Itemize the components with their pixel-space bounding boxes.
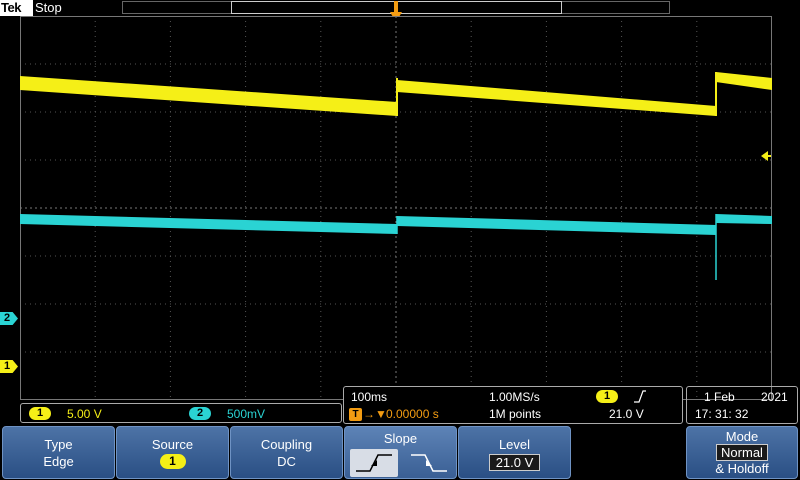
source-value: 1 xyxy=(159,454,186,469)
acquisition-state: Stop xyxy=(35,0,62,15)
date-year: 2021 xyxy=(761,390,788,404)
record-length: 1M points xyxy=(489,407,542,421)
ch1-scale[interactable]: 5.00 V xyxy=(67,406,102,422)
rising-edge-icon[interactable] xyxy=(350,449,398,477)
slope-button[interactable]: Slope xyxy=(344,426,457,479)
type-label: Type xyxy=(44,437,73,452)
delay-trigger-icon: T xyxy=(349,408,362,421)
mode-holdoff: & Holdoff xyxy=(715,461,769,476)
waveform-display[interactable] xyxy=(20,16,772,400)
ch2-scale[interactable]: 500mV xyxy=(227,406,265,422)
trigger-level-readout: 21.0 V xyxy=(609,407,644,421)
type-button[interactable]: Type Edge xyxy=(2,426,115,479)
coupling-button[interactable]: Coupling DC xyxy=(230,426,343,479)
clock-time: 17: 31: 32 xyxy=(695,407,749,421)
level-button[interactable]: Level 21.0 V xyxy=(458,426,571,479)
datetime-readout: 1 Feb 2021 17: 31: 32 xyxy=(686,386,798,424)
horizontal-delay: 0.00000 s xyxy=(386,407,439,421)
level-label: Level xyxy=(498,437,531,452)
level-value: 21.0 V xyxy=(488,454,541,471)
mode-value: Normal xyxy=(716,444,768,461)
trigger-menu: Type Edge Source 1 Coupling DC Slope Lev… xyxy=(0,425,800,480)
delay-arrow-icon: →▼ xyxy=(363,407,387,421)
channel-readout[interactable]: 1 5.00 V 2 500mV xyxy=(20,403,342,423)
type-value: Edge xyxy=(43,454,74,469)
brand-logo: Tek xyxy=(0,0,33,16)
date-day: 1 Feb xyxy=(704,390,735,404)
coupling-label: Coupling xyxy=(260,437,313,452)
mode-label: Mode xyxy=(725,429,759,444)
source-button[interactable]: Source 1 xyxy=(116,426,229,479)
ch1-badge[interactable]: 1 xyxy=(29,407,51,420)
sample-rate: 1.00MS/s xyxy=(489,390,540,404)
ch2-badge[interactable]: 2 xyxy=(189,407,211,420)
slope-label: Slope xyxy=(383,431,418,446)
trigger-source-badge: 1 xyxy=(596,390,618,403)
mode-button[interactable]: Mode Normal & Holdoff xyxy=(686,426,798,479)
ch1-offset-marker[interactable]: 1 xyxy=(0,360,18,373)
horizontal-readout[interactable]: 100ms 1.00MS/s 1M points 1 21.0 V T →▼ 0… xyxy=(343,386,683,424)
trigger-level-marker-icon[interactable] xyxy=(761,151,771,161)
falling-edge-icon[interactable] xyxy=(405,449,453,477)
source-label: Source xyxy=(151,437,194,452)
coupling-value: DC xyxy=(277,454,296,469)
ch2-offset-marker[interactable]: 2 xyxy=(0,312,18,325)
time-per-div[interactable]: 100ms xyxy=(351,389,387,405)
rising-edge-icon xyxy=(634,390,646,403)
